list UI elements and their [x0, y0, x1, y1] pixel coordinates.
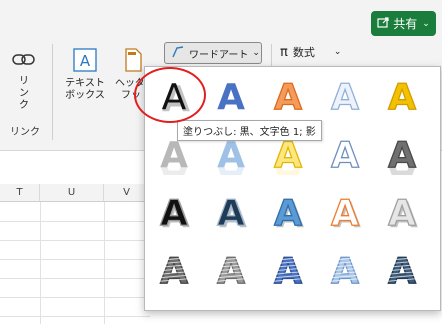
svg-text:A: A — [388, 193, 416, 233]
wordart-style-fill-black-white-outline[interactable]: AA — [151, 187, 197, 236]
chevron-down-icon: ⌄ — [252, 48, 260, 58]
tooltip: 塗りつぶし: 黒、文字色 1; 影 — [177, 120, 322, 141]
equation-label: 数式 — [292, 46, 315, 59]
wordart-style-pattern-gray-dots[interactable]: A — [208, 245, 254, 293]
textbox-button[interactable]: A テキスト ボックス — [58, 46, 112, 102]
svg-text:A: A — [388, 77, 416, 117]
link-label: リンク — [19, 76, 29, 111]
grid-line — [0, 259, 150, 260]
svg-text:A: A — [388, 135, 416, 175]
svg-text:A: A — [331, 193, 359, 233]
svg-text:A: A — [217, 135, 245, 175]
wordart-style-pattern-light-blue-stripes[interactable]: A — [322, 245, 368, 293]
link-icon — [6, 50, 42, 76]
ribbon-separator — [52, 44, 53, 140]
wordart-style-fill-blue-gradient[interactable]: A — [208, 71, 254, 118]
svg-text:A: A — [217, 77, 245, 117]
wordart-icon — [171, 45, 185, 61]
share-button[interactable]: 共有 ⌄ — [371, 11, 436, 36]
svg-text:A: A — [388, 251, 416, 291]
wordart-style-fill-gray-bevel[interactable]: AA — [379, 129, 425, 198]
group-label-link: リンク — [10, 127, 40, 138]
wordart-label: ワードアート — [189, 49, 249, 61]
svg-text:A: A — [331, 135, 359, 175]
grid-line — [0, 316, 150, 317]
wordart-style-fill-blue-shadow[interactable]: AA — [265, 187, 311, 236]
chevron-down-icon: ⌄ — [422, 18, 430, 29]
grid-line — [0, 278, 150, 279]
equation-button[interactable]: π 数式 ⌄ — [280, 44, 341, 60]
highlight-circle — [134, 67, 206, 123]
svg-text:A: A — [274, 135, 302, 175]
wordart-style-fill-dark-blue-outline[interactable]: AA — [208, 187, 254, 236]
header-footer-icon — [115, 46, 143, 78]
wordart-style-fill-white-orange-outline[interactable]: AA — [322, 187, 368, 236]
svg-text:A: A — [274, 251, 302, 291]
wordart-style-fill-white-blue-outline[interactable]: A — [322, 71, 368, 118]
textbox-icon: A — [58, 46, 112, 78]
column-header-u[interactable]: U — [40, 184, 104, 202]
ribbon-separator — [271, 44, 272, 68]
pi-icon: π — [280, 44, 288, 60]
wordart-style-pattern-dark-blue-stripes[interactable]: A — [379, 245, 425, 293]
svg-text:A: A — [80, 52, 91, 70]
link-button[interactable]: リンク — [6, 50, 42, 112]
wordart-style-pattern-gray-stripes[interactable]: A — [151, 245, 197, 293]
grid-line — [0, 221, 150, 222]
textbox-label-1: テキスト — [65, 78, 105, 89]
column-header-t[interactable]: T — [0, 184, 40, 202]
svg-text:A: A — [331, 251, 359, 291]
chevron-down-icon: ⌄ — [333, 47, 342, 57]
svg-text:A: A — [160, 135, 188, 175]
grid-line — [0, 297, 150, 298]
svg-text:A: A — [217, 251, 245, 291]
svg-text:A: A — [331, 77, 359, 117]
svg-text:A: A — [274, 193, 302, 233]
textbox-label-2: ボックス — [65, 90, 105, 101]
share-label: 共有 — [393, 17, 418, 31]
svg-text:A: A — [160, 193, 188, 233]
grid-line — [104, 202, 105, 324]
svg-text:A: A — [217, 193, 245, 233]
svg-text:A: A — [274, 77, 302, 117]
wordart-button[interactable]: ワードアート ⌄ — [164, 42, 262, 64]
wordart-style-fill-gold[interactable]: A — [379, 71, 425, 118]
svg-text:A: A — [160, 251, 188, 291]
wordart-style-fill-silver-3d[interactable]: AA — [379, 187, 425, 236]
wordart-style-fill-white-outline-blue[interactable]: AA — [322, 129, 368, 198]
wordart-style-pattern-blue-stripes[interactable]: A — [265, 245, 311, 293]
wordart-style-fill-orange-outline[interactable]: A — [265, 71, 311, 118]
grid-line — [0, 240, 150, 241]
share-icon — [377, 16, 390, 31]
grid-line — [40, 202, 41, 324]
